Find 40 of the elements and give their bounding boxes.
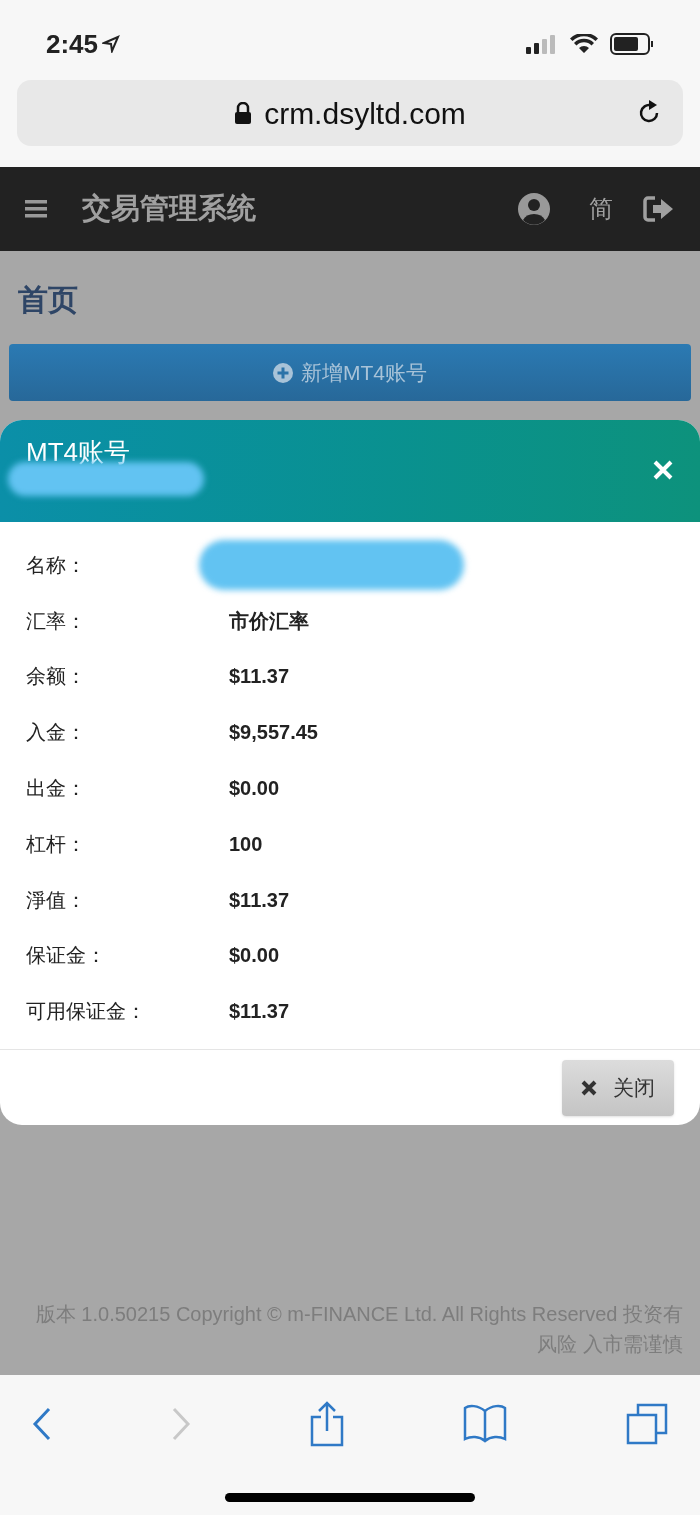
field-value: $11.37 [229, 664, 290, 690]
field-value: 100 [229, 831, 263, 857]
battery-icon [610, 33, 654, 55]
field-label: 出金： [26, 776, 87, 802]
logout-icon[interactable] [643, 195, 675, 223]
modal-title: MT4账号 [26, 435, 130, 469]
close-button[interactable]: 关闭 [562, 1059, 674, 1116]
wifi-icon [570, 34, 598, 54]
menu-icon[interactable] [25, 199, 47, 219]
field-value: $0.00 [229, 943, 280, 969]
field-label: 保证金： [26, 943, 107, 969]
language-button[interactable]: 简 [589, 191, 613, 227]
field-label: 名称： [26, 552, 87, 578]
signal-icon [526, 34, 558, 54]
field-label: 入金： [26, 720, 87, 746]
status-time: 2:45 [46, 27, 99, 61]
close-icon [581, 1079, 597, 1096]
user-icon[interactable] [517, 192, 551, 226]
url-text: crm.dsyltd.com [264, 95, 466, 132]
field-value: $11.37 [229, 887, 290, 913]
field-label: 余额： [26, 664, 87, 690]
field-label: 汇率： [26, 608, 87, 634]
app-title: 交易管理系统 [82, 191, 257, 227]
book-icon[interactable] [463, 1403, 507, 1445]
page-heading: 首页 [17, 282, 79, 318]
close-icon[interactable] [653, 460, 673, 480]
back-icon[interactable] [32, 1407, 52, 1441]
field-label: 淨值： [26, 887, 87, 913]
field-value: 市价汇率 [229, 608, 309, 634]
address-bar[interactable]: crm.dsyltd.com [17, 80, 683, 146]
field-value: $11.37 [229, 999, 290, 1025]
field-label: 可用保证金： [26, 999, 147, 1025]
location-arrow-icon [102, 35, 121, 53]
field-value: $0.00 [229, 776, 280, 802]
field-value: $9,557.45 [229, 720, 318, 746]
lock-icon [234, 102, 253, 124]
plus-circle-icon [273, 362, 293, 383]
share-icon[interactable] [310, 1401, 344, 1447]
tabs-icon[interactable] [626, 1403, 668, 1445]
field-label: 杠杆： [26, 831, 87, 857]
